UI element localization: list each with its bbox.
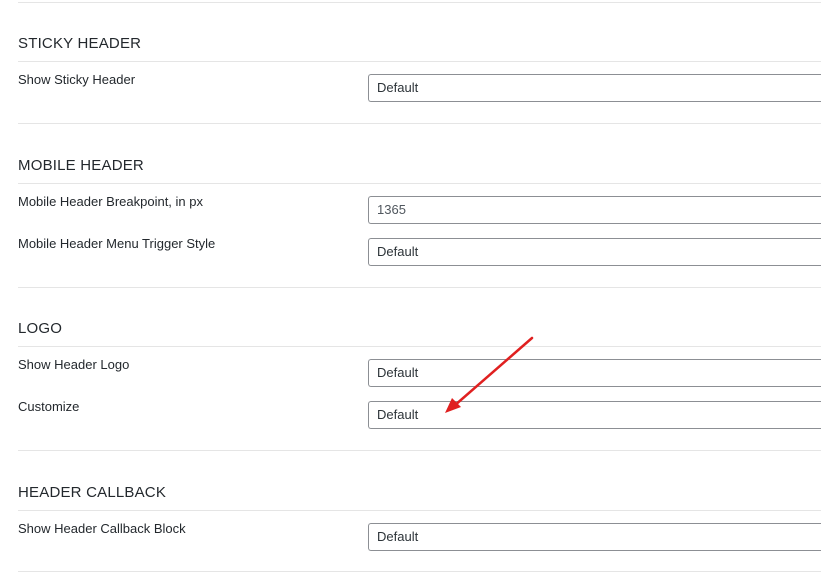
label-mobile-header-trigger-style: Mobile Header Menu Trigger Style [18,236,216,251]
label-customize: Customize [18,399,80,414]
label-show-sticky-header: Show Sticky Header [18,72,136,87]
row-customize: Customize Default [18,389,821,431]
section-title-logo: LOGO [18,320,63,337]
section-divider [18,571,821,572]
select-show-sticky-header[interactable]: Default [368,74,821,102]
label-show-header-callback-block: Show Header Callback Block [18,521,186,536]
select-show-header-logo[interactable]: Default [368,359,821,387]
section-sticky-header: STICKY HEADER Show Sticky Header Default [18,34,821,104]
row-show-header-logo: Show Header Logo Default [18,347,821,389]
section-logo: LOGO Show Header Logo Default Customize … [18,319,821,431]
select-mobile-header-trigger-style[interactable]: Default [368,238,821,266]
label-mobile-header-breakpoint: Mobile Header Breakpoint, in px [18,194,203,209]
section-title-sticky-header: STICKY HEADER [18,35,142,52]
select-show-header-callback-block[interactable]: Default [368,523,821,551]
select-customize[interactable]: Default [368,401,821,429]
section-divider [18,287,821,288]
top-divider [18,2,821,3]
section-divider [18,450,821,451]
section-title-mobile-header: MOBILE HEADER [18,157,144,174]
row-mobile-header-breakpoint: Mobile Header Breakpoint, in px 1365 [18,184,821,226]
row-mobile-header-trigger-style: Mobile Header Menu Trigger Style Default [18,226,821,268]
section-mobile-header: MOBILE HEADER Mobile Header Breakpoint, … [18,156,821,268]
label-show-header-logo: Show Header Logo [18,357,130,372]
section-title-header-callback: HEADER CALLBACK [18,484,167,501]
section-header-callback: HEADER CALLBACK Show Header Callback Blo… [18,483,821,553]
row-show-sticky-header: Show Sticky Header Default [18,62,821,104]
input-mobile-header-breakpoint[interactable]: 1365 [368,196,821,224]
row-show-header-callback-block: Show Header Callback Block Default [18,511,821,553]
settings-page: STICKY HEADER Show Sticky Header Default… [0,0,821,574]
section-divider [18,123,821,124]
